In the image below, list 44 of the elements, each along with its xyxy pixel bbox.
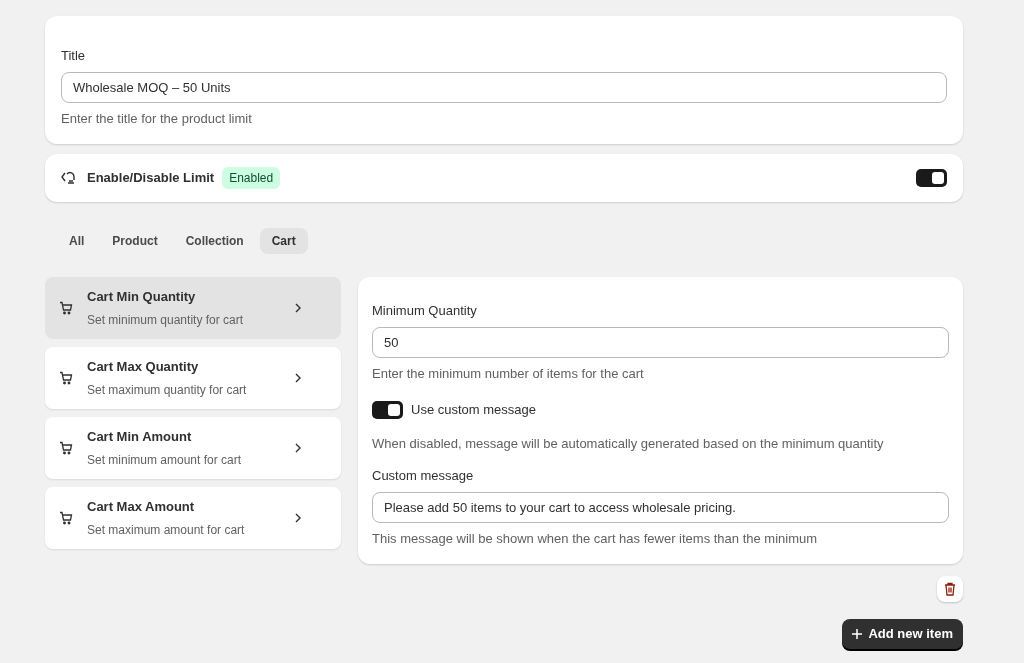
limit-toggle[interactable] xyxy=(916,169,947,187)
filter-tab[interactable]: Cart xyxy=(259,228,308,254)
rule-description: Set minimum amount for cart xyxy=(87,452,243,470)
rule-title: Cart Min Amount xyxy=(87,427,193,446)
rule-description: Set maximum amount for cart xyxy=(87,522,246,540)
field-label: Title xyxy=(61,47,87,65)
quantity-input[interactable]: 50 xyxy=(372,326,949,358)
cart-icon xyxy=(59,371,73,385)
cart-icon xyxy=(59,441,73,455)
rule-item[interactable]: Cart Min Quantity Set minimum quantity for cart xyxy=(45,277,341,339)
filter-tab[interactable]: Collection xyxy=(173,228,256,254)
status-badge: Enabled xyxy=(222,167,281,189)
rule-description: Set maximum quantity for cart xyxy=(87,382,248,400)
rule-item[interactable]: Cart Max Quantity Set maximum quantity for cart xyxy=(45,347,341,409)
field-label: Custom message xyxy=(372,467,475,485)
filter-tab[interactable]: Product xyxy=(100,228,170,254)
rule-item[interactable]: Cart Max Amount Set maximum amount for cart xyxy=(45,487,341,549)
rule-item[interactable]: Cart Min Amount Set minimum amount for cart xyxy=(45,417,341,479)
help-text: When disabled, message will be automatically generated based on the minimum quantity xyxy=(372,434,885,453)
chevron-right-icon xyxy=(295,373,301,383)
custom-message-toggle[interactable] xyxy=(372,400,403,419)
limit-label: Enable/Disable Limit xyxy=(87,169,215,188)
add-item-button[interactable]: Add new item xyxy=(842,619,963,649)
field-label: Minimum Quantity xyxy=(372,302,478,320)
title-input[interactable]: Wholesale MOQ – 50 Units xyxy=(61,71,947,103)
help-text: Enter the minimum number of items for the cart xyxy=(372,364,645,383)
trash-icon xyxy=(944,582,956,596)
plus-icon xyxy=(852,629,863,639)
filter-tab[interactable]: All xyxy=(57,228,97,254)
message-input[interactable]: Please add 50 items to your cart to access wholesale pricing. xyxy=(372,491,949,523)
rule-title: Cart Min Quantity xyxy=(87,287,197,306)
cart-icon xyxy=(59,511,73,525)
chevron-right-icon xyxy=(295,443,301,453)
rule-title: Cart Max Quantity xyxy=(87,357,200,376)
rule-description: Set minimum quantity for cart xyxy=(87,312,245,330)
toggle-label: Use custom message xyxy=(411,401,536,419)
help-text: This message will be shown when the cart has fewer items than the minimum xyxy=(372,529,819,548)
chevron-right-icon xyxy=(295,513,301,523)
cart-icon xyxy=(59,301,73,315)
rule-title: Cart Max Amount xyxy=(87,497,196,516)
help-text: Enter the title for the product limit xyxy=(61,109,253,128)
chevron-right-icon xyxy=(295,303,301,313)
delete-button[interactable] xyxy=(937,576,963,602)
limit-icon xyxy=(61,171,75,185)
